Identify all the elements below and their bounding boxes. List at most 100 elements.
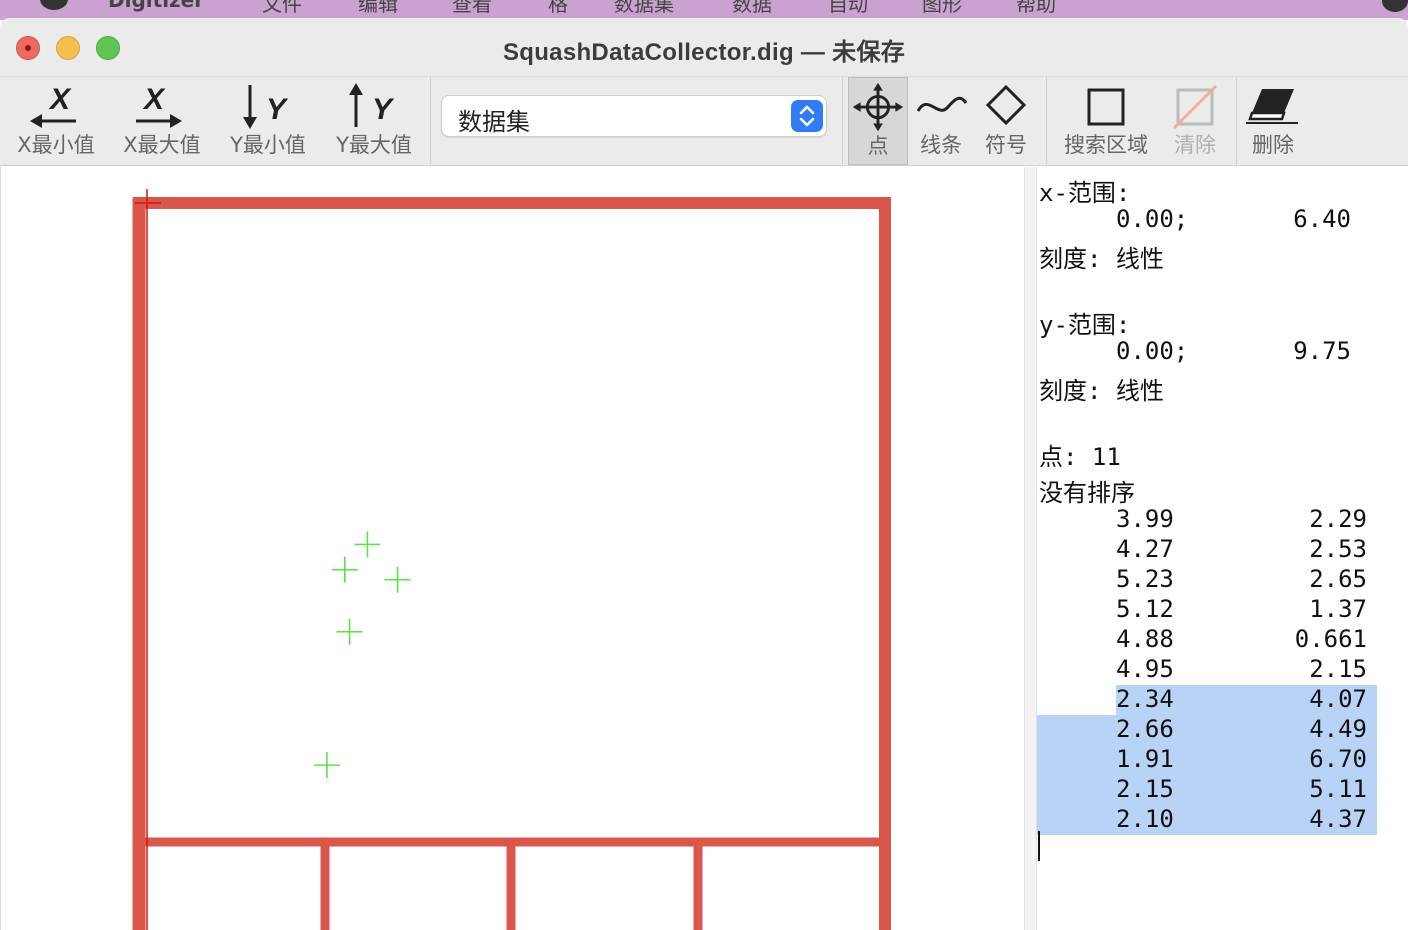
row-x-value: 2.66 [1116,715,1174,743]
x-max-icon: X [136,83,182,128]
data-point-marker[interactable] [313,752,340,779]
svg-text:Y: Y [266,93,289,126]
y-max-label: Y最大值 [336,133,412,157]
row-x-value: 2.34 [1116,685,1174,713]
data-point-markers [313,531,411,779]
data-panel[interactable]: x-范围: 0.00; 6.40 刻度: 线性 y-范围: 0.00; 9.75… [1037,167,1408,930]
x-min-icon: X [30,83,76,128]
row-x-value: 3.99 [1116,505,1174,533]
menu-view[interactable]: 查看 [452,0,492,17]
row-x-value: 5.12 [1116,595,1174,623]
data-point-marker[interactable] [384,566,411,593]
dataset-select-value: 数据集 [458,108,530,136]
menu-data[interactable]: 数据 [732,0,772,17]
menu-bar: Digitizer 文件 编辑 查看 格 数据集 数据 自动 图形 帮助 [0,0,1408,20]
dataset-select[interactable]: 数据集 [441,95,827,137]
row-x-value: 4.27 [1116,535,1174,563]
delete-button[interactable]: 删除 [1242,77,1304,165]
row-x-value: 4.95 [1116,655,1174,683]
x-scale-label: 刻度: 线性 [1039,245,1164,273]
row-y-value: 5.11 [1309,775,1367,803]
row-x-value: 5.23 [1116,565,1174,593]
row-x-value: 4.88 [1116,625,1174,653]
row-y-value: 2.65 [1309,565,1367,593]
symbol-mode-button[interactable]: 符号 [974,77,1038,165]
y-min-label: Y最小值 [230,133,306,157]
y-min-button[interactable]: Y Y最小值 [216,77,320,165]
row-y-value: 1.37 [1309,595,1367,623]
clear-button[interactable]: 清除 [1160,77,1230,165]
y-range-max: 9.75 [1293,337,1351,365]
row-x-value: 1.91 [1116,745,1174,773]
row-y-value: 2.53 [1309,535,1367,563]
menu-app-name[interactable]: Digitizer [108,0,204,12]
toolbar-divider [1046,77,1047,165]
sort-status: 没有排序 [1039,479,1135,507]
x-range-min: 0.00; [1116,205,1189,233]
menu-edit[interactable]: 编辑 [358,0,398,17]
canvas-vertical-scrollbar[interactable] [1024,167,1037,930]
menu-dataset[interactable]: 数据集 [614,0,674,17]
app-window: SquashDataCollector.dig — 未保存 X X最小值 X X… [0,18,1408,930]
text-cursor [1038,831,1040,861]
digitizer-canvas[interactable] [0,167,1024,930]
svg-text:X: X [48,83,72,116]
row-x-value: 2.10 [1116,805,1174,833]
symbol-mode-label: 符号 [985,133,1027,157]
svg-text:X: X [142,83,166,116]
points-count: 点: 11 [1039,443,1121,471]
menu-graph[interactable]: 图形 [922,0,962,17]
menu-file[interactable]: 文件 [262,0,302,17]
apple-menu-icon[interactable] [40,0,68,10]
clear-square-icon [1172,84,1218,130]
menu-auto[interactable]: 自动 [828,0,868,17]
data-point-marker[interactable] [331,556,358,583]
point-mode-button[interactable]: 点 [848,77,908,165]
y-max-button[interactable]: Y Y最大值 [322,77,426,165]
line-mode-button[interactable]: 线条 [910,77,972,165]
row-y-value: 2.15 [1309,655,1367,683]
wave-line-icon [916,96,968,112]
menu-grid[interactable]: 格 [548,0,568,17]
search-area-button[interactable]: 搜索区域 [1056,77,1156,165]
control-center-icon[interactable] [1382,0,1408,12]
x-max-button[interactable]: X X最大值 [110,77,214,165]
x-min-button[interactable]: X X最小值 [4,77,108,165]
x-max-label: X最大值 [123,133,201,157]
y-range-label: y-范围: [1039,311,1131,339]
data-point-marker[interactable] [336,618,363,645]
eraser-icon [1246,89,1298,124]
row-x-value: 2.15 [1116,775,1174,803]
toolbar-divider [430,77,431,165]
row-y-value: 2.29 [1309,505,1367,533]
toolbar-divider [842,77,843,165]
square-icon [1087,88,1125,126]
window-title: SquashDataCollector.dig — 未保存 [502,39,906,66]
toolbar: X X最小值 X X最大值 Y Y最小值 Y Y最大值 数据集 点 线条 符号 … [0,76,1408,166]
menu-help[interactable]: 帮助 [1016,0,1056,17]
row-y-value: 4.49 [1309,715,1367,743]
svg-text:Y: Y [372,93,395,126]
x-range-label: x-范围: [1039,179,1131,207]
x-min-label: X最小值 [17,133,95,157]
crosshair-icon [852,82,904,132]
delete-label: 删除 [1252,133,1294,157]
y-min-icon: Y [243,85,289,129]
title-bar: SquashDataCollector.dig — 未保存 [0,18,1408,76]
court-image [132,197,891,930]
line-mode-label: 线条 [920,133,962,157]
row-y-value: 4.37 [1309,805,1367,833]
x-range-max: 6.40 [1293,205,1351,233]
point-mode-label: 点 [867,134,889,158]
y-scale-label: 刻度: 线性 [1039,377,1164,405]
y-max-icon: Y [349,83,395,127]
data-point-marker[interactable] [354,531,381,558]
select-stepper-icon [791,100,823,132]
toolbar-divider [1236,77,1237,165]
search-area-label: 搜索区域 [1064,133,1148,157]
row-y-value: 0.661 [1294,625,1367,653]
diamond-icon [985,84,1027,126]
clear-label: 清除 [1174,133,1216,157]
row-y-value: 6.70 [1309,745,1367,773]
y-range-min: 0.00; [1116,337,1189,365]
